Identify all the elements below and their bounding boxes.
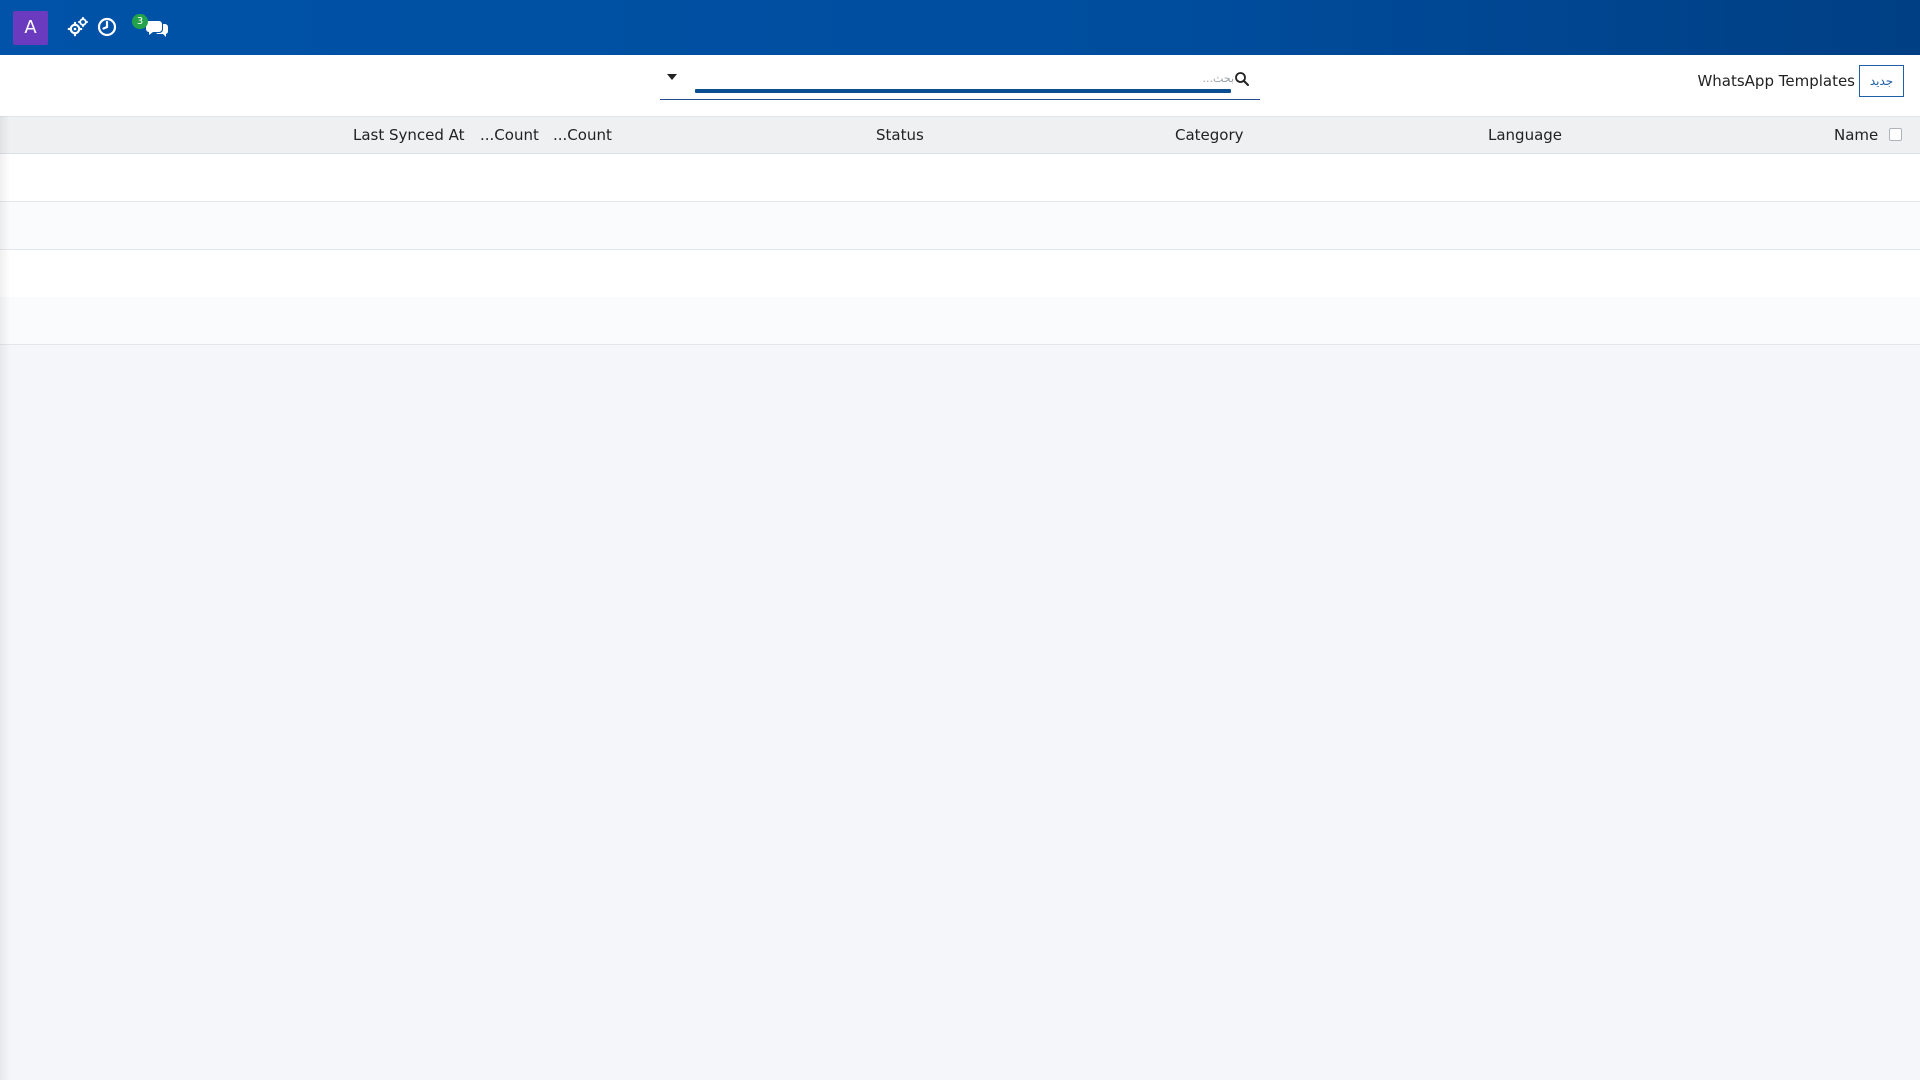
column-last-synced-at[interactable]: Last Synced At	[353, 126, 465, 144]
activity-clock-icon[interactable]	[95, 15, 119, 39]
left-edge-shadow	[0, 116, 10, 1080]
search-focus-underline	[695, 89, 1231, 93]
control-panel: WhatsApp Templates جديد	[0, 55, 1920, 117]
settings-gears-icon[interactable]	[66, 15, 90, 39]
search-icon[interactable]	[1234, 71, 1250, 87]
search-options-dropdown[interactable]	[660, 67, 686, 89]
search-input[interactable]	[694, 69, 1234, 87]
table-header: Last Synced At ...Count ...Count Status …	[0, 117, 1920, 154]
top-navbar: A 3	[0, 0, 1920, 55]
table-row	[0, 250, 1920, 298]
new-button[interactable]: جديد	[1859, 65, 1904, 97]
column-count-2[interactable]: ...Count	[553, 126, 612, 144]
table-row	[0, 297, 1920, 345]
search-panel	[660, 65, 1260, 100]
discuss-chat-icon[interactable]	[144, 15, 170, 39]
column-category[interactable]: Category	[1175, 126, 1244, 144]
chat-unread-badge: 3	[132, 14, 148, 29]
caret-down-icon	[667, 74, 677, 80]
table-row	[0, 154, 1920, 202]
column-count-1[interactable]: ...Count	[480, 126, 539, 144]
column-status[interactable]: Status	[876, 126, 924, 144]
column-language[interactable]: Language	[1488, 126, 1562, 144]
app-avatar[interactable]: A	[13, 11, 48, 45]
page-title[interactable]: WhatsApp Templates	[1690, 72, 1855, 90]
table-row	[0, 202, 1920, 250]
column-name[interactable]: Name	[1834, 126, 1878, 144]
select-all-checkbox[interactable]	[1889, 128, 1902, 141]
